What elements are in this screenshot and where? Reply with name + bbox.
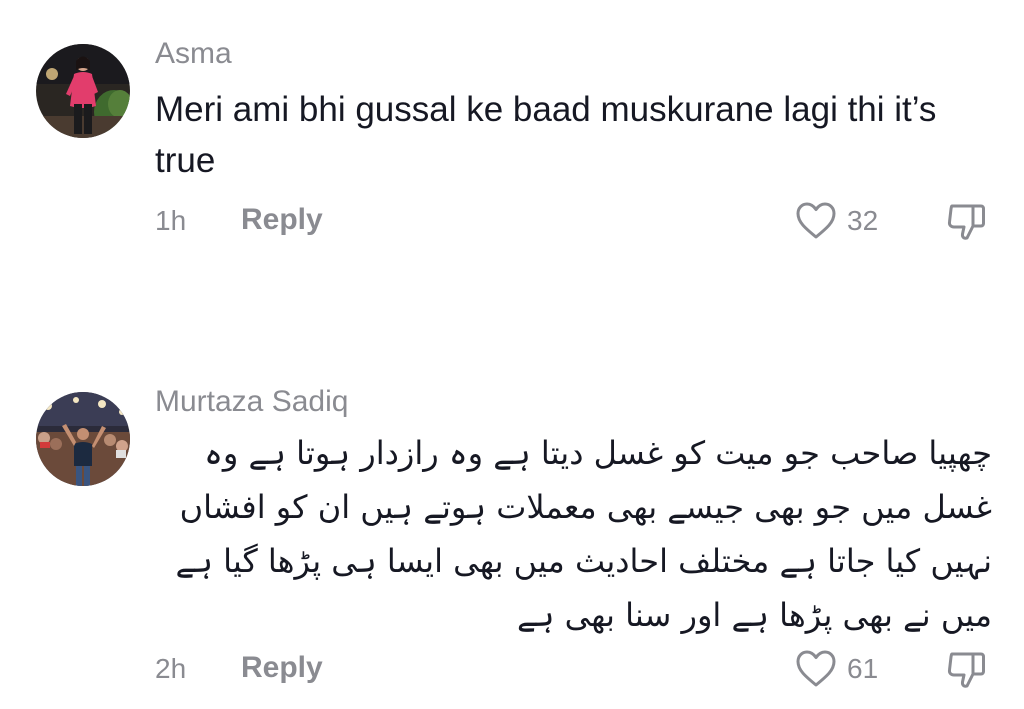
heart-outline-icon bbox=[795, 201, 837, 241]
like-button[interactable]: 61 bbox=[795, 646, 878, 692]
comment-actions: 1h Reply 32 bbox=[155, 198, 995, 244]
comment-item: Asma Meri ami bhi gussal ke baad muskura… bbox=[0, 36, 1024, 266]
comment-text: چھپیا صاحب جو میت کو غسل دیتا ہے وہ رازد… bbox=[175, 434, 992, 634]
comment-username[interactable]: Murtaza Sadiq bbox=[155, 384, 348, 420]
avatar-image bbox=[36, 44, 130, 138]
comment-item: Murtaza Sadiq چھپیا صاحب جو میت کو غسل د… bbox=[0, 384, 1024, 702]
thumbs-down-outline-icon bbox=[943, 646, 989, 692]
comment-text: Meri ami bhi gussal ke baad muskurane la… bbox=[155, 90, 937, 180]
reply-button[interactable]: Reply bbox=[241, 202, 323, 238]
dislike-button[interactable] bbox=[943, 198, 989, 244]
reply-button[interactable]: Reply bbox=[241, 650, 323, 686]
avatar[interactable] bbox=[36, 392, 130, 486]
avatar-image bbox=[36, 392, 130, 486]
comment-actions: 2h Reply 61 bbox=[155, 646, 995, 692]
like-button[interactable]: 32 bbox=[795, 198, 878, 244]
heart-outline-icon bbox=[795, 649, 837, 689]
like-count: 32 bbox=[847, 205, 879, 236]
comment-timestamp: 2h bbox=[155, 653, 187, 684]
comments-list: Asma Meri ami bhi gussal ke baad muskura… bbox=[0, 0, 1024, 709]
avatar[interactable] bbox=[36, 44, 130, 138]
like-count: 61 bbox=[847, 653, 879, 684]
comment-timestamp: 1h bbox=[155, 205, 187, 236]
thumbs-down-outline-icon bbox=[943, 198, 989, 244]
comment-username[interactable]: Asma bbox=[155, 36, 232, 72]
dislike-button[interactable] bbox=[943, 646, 989, 692]
